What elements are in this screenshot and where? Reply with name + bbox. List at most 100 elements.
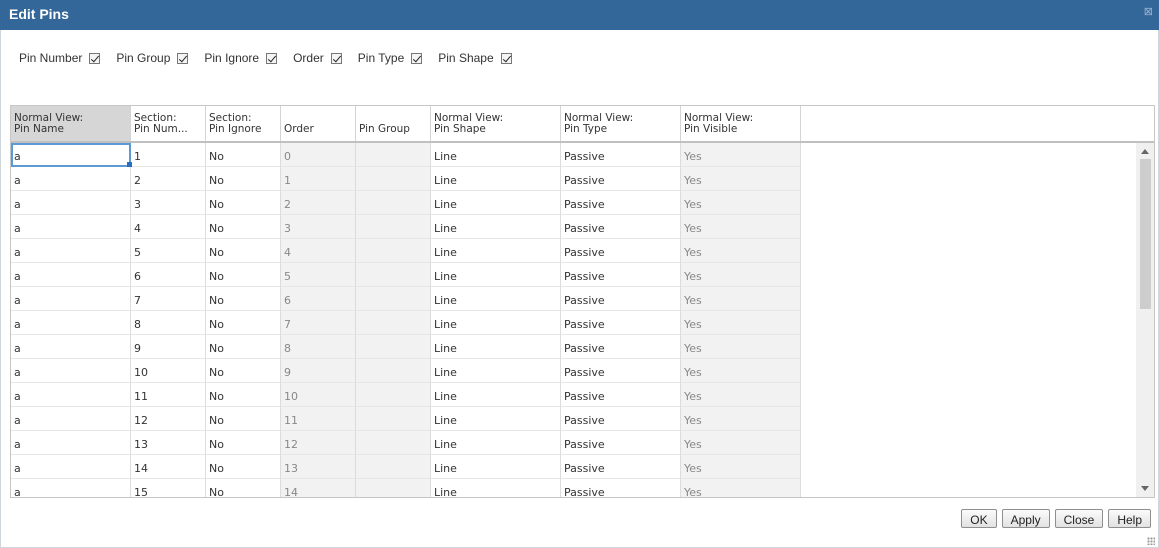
order-checkbox[interactable] [330, 52, 342, 64]
filter-pin-number[interactable]: Pin Number [19, 51, 101, 65]
filter-order[interactable]: Order [293, 51, 342, 65]
cell-pin-ignore[interactable]: No [206, 311, 281, 335]
cell-pin-shape[interactable]: Line [431, 239, 561, 263]
cell-pin-number[interactable]: 1 [131, 143, 206, 167]
cell-pin-shape[interactable]: Line [431, 311, 561, 335]
cell-pin-number[interactable]: 10 [131, 359, 206, 383]
column-header-order[interactable]: Order [281, 106, 356, 141]
cell-pin-number[interactable]: 14 [131, 455, 206, 479]
filter-pin-ignore[interactable]: Pin Ignore [204, 51, 278, 65]
cell-pin-number[interactable]: 2 [131, 167, 206, 191]
table-row[interactable]: a 12 No 11 Line Passive Yes [11, 407, 801, 431]
column-header-pin-name[interactable]: Normal View: Pin Name [11, 106, 131, 141]
cell-pin-ignore[interactable]: No [206, 383, 281, 407]
cell-pin-name[interactable]: a [11, 455, 131, 479]
cell-pin-number[interactable]: 12 [131, 407, 206, 431]
filter-pin-group[interactable]: Pin Group [116, 51, 189, 65]
cell-pin-shape[interactable]: Line [431, 263, 561, 287]
cell-pin-type[interactable]: Passive [561, 191, 681, 215]
cell-pin-name[interactable]: a [11, 143, 131, 167]
cell-pin-name[interactable]: a [11, 263, 131, 287]
cell-pin-number[interactable]: 9 [131, 335, 206, 359]
cell-pin-number[interactable]: 13 [131, 431, 206, 455]
dialog-titlebar[interactable]: Edit Pins ⊠ [0, 0, 1159, 30]
cell-pin-name[interactable]: a [11, 287, 131, 311]
cell-pin-number[interactable]: 7 [131, 287, 206, 311]
pin-group-checkbox[interactable] [177, 52, 189, 64]
cell-pin-shape[interactable]: Line [431, 455, 561, 479]
cell-pin-shape[interactable]: Line [431, 359, 561, 383]
cell-pin-type[interactable]: Passive [561, 311, 681, 335]
cell-pin-number[interactable]: 3 [131, 191, 206, 215]
cell-pin-type[interactable]: Passive [561, 263, 681, 287]
table-row[interactable]: a 10 No 9 Line Passive Yes [11, 359, 801, 383]
table-row[interactable]: a 9 No 8 Line Passive Yes [11, 335, 801, 359]
cell-pin-shape[interactable]: Line [431, 215, 561, 239]
filter-pin-type[interactable]: Pin Type [358, 51, 423, 65]
cell-pin-ignore[interactable]: No [206, 191, 281, 215]
ok-button[interactable]: OK [961, 509, 997, 528]
vertical-scrollbar[interactable] [1136, 143, 1154, 497]
table-row[interactable]: a 4 No 3 Line Passive Yes [11, 215, 801, 239]
cell-pin-type[interactable]: Passive [561, 479, 681, 497]
cell-pin-type[interactable]: Passive [561, 383, 681, 407]
cell-pin-shape[interactable]: Line [431, 407, 561, 431]
cell-pin-name[interactable]: a [11, 431, 131, 455]
apply-button[interactable]: Apply [1001, 509, 1050, 528]
cell-pin-type[interactable]: Passive [561, 167, 681, 191]
cell-pin-shape[interactable]: Line [431, 431, 561, 455]
close-icon[interactable]: ⊠ [1144, 7, 1153, 18]
table-row[interactable]: a 3 No 2 Line Passive Yes [11, 191, 801, 215]
pin-ignore-checkbox[interactable] [266, 52, 278, 64]
close-button[interactable]: Close [1054, 509, 1104, 528]
pin-type-checkbox[interactable] [411, 52, 423, 64]
column-header-pin-type[interactable]: Normal View: Pin Type [561, 106, 681, 141]
cell-pin-type[interactable]: Passive [561, 239, 681, 263]
pin-number-checkbox[interactable] [89, 52, 101, 64]
cell-pin-number[interactable]: 5 [131, 239, 206, 263]
cell-pin-type[interactable]: Passive [561, 335, 681, 359]
cell-pin-shape[interactable]: Line [431, 335, 561, 359]
table-row[interactable]: a 14 No 13 Line Passive Yes [11, 455, 801, 479]
cell-pin-shape[interactable]: Line [431, 287, 561, 311]
cell-pin-shape[interactable]: Line [431, 383, 561, 407]
cell-pin-name[interactable]: a [11, 359, 131, 383]
scroll-down-icon[interactable] [1141, 486, 1149, 491]
cell-pin-type[interactable]: Passive [561, 455, 681, 479]
help-button[interactable]: Help [1108, 509, 1151, 528]
cell-pin-ignore[interactable]: No [206, 239, 281, 263]
scroll-up-icon[interactable] [1141, 149, 1149, 154]
cell-pin-shape[interactable]: Line [431, 479, 561, 497]
table-row[interactable]: a 2 No 1 Line Passive Yes [11, 167, 801, 191]
cell-pin-ignore[interactable]: No [206, 431, 281, 455]
cell-pin-name[interactable]: a [11, 335, 131, 359]
cell-pin-type[interactable]: Passive [561, 143, 681, 167]
cell-pin-name[interactable]: a [11, 311, 131, 335]
table-row[interactable]: a 8 No 7 Line Passive Yes [11, 311, 801, 335]
cell-pin-ignore[interactable]: No [206, 167, 281, 191]
cell-pin-number[interactable]: 15 [131, 479, 206, 497]
cell-pin-type[interactable]: Passive [561, 359, 681, 383]
table-row[interactable]: a 1 No 0 Line Passive Yes [11, 143, 801, 167]
cell-pin-ignore[interactable]: No [206, 335, 281, 359]
table-row[interactable]: a 7 No 6 Line Passive Yes [11, 287, 801, 311]
cell-pin-name[interactable]: a [11, 215, 131, 239]
pin-shape-checkbox[interactable] [500, 52, 512, 64]
cell-pin-ignore[interactable]: No [206, 455, 281, 479]
cell-pin-number[interactable]: 8 [131, 311, 206, 335]
cell-pin-name[interactable]: a [11, 407, 131, 431]
cell-pin-shape[interactable]: Line [431, 191, 561, 215]
cell-pin-type[interactable]: Passive [561, 215, 681, 239]
cell-pin-ignore[interactable]: No [206, 359, 281, 383]
cell-pin-ignore[interactable]: No [206, 263, 281, 287]
cell-pin-type[interactable]: Passive [561, 431, 681, 455]
cell-pin-type[interactable]: Passive [561, 407, 681, 431]
cell-pin-ignore[interactable]: No [206, 479, 281, 497]
cell-pin-name[interactable]: a [11, 167, 131, 191]
table-row[interactable]: a 13 No 12 Line Passive Yes [11, 431, 801, 455]
cell-pin-ignore[interactable]: No [206, 287, 281, 311]
cell-pin-ignore[interactable]: No [206, 143, 281, 167]
cell-pin-name[interactable]: a [11, 383, 131, 407]
column-header-pin-visible[interactable]: Normal View: Pin Visible [681, 106, 801, 141]
cell-pin-ignore[interactable]: No [206, 215, 281, 239]
